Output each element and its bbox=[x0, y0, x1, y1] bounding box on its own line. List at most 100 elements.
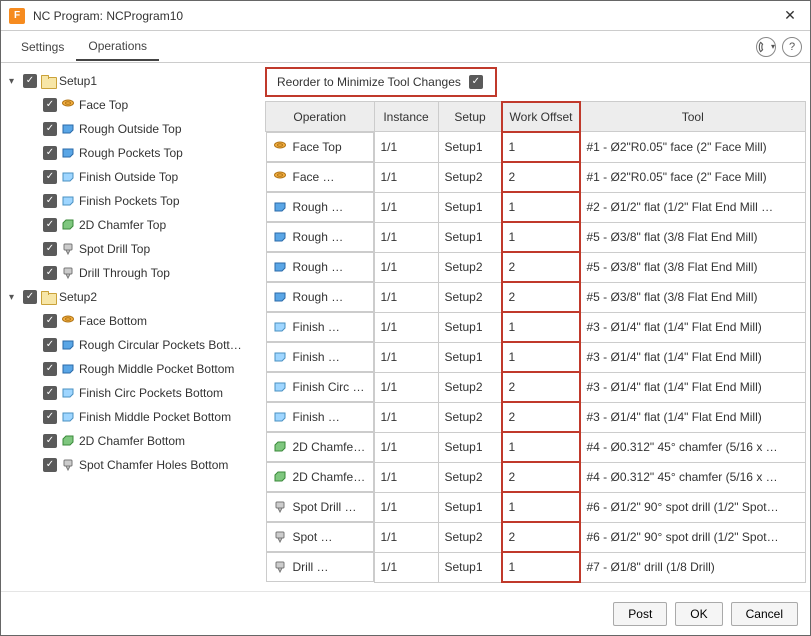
face-icon bbox=[273, 170, 287, 184]
close-icon[interactable]: ✕ bbox=[778, 7, 802, 24]
checkbox-icon[interactable]: ✓ bbox=[43, 146, 57, 160]
cell-tool: #4 - Ø0.312" 45° chamfer (5/16 x … bbox=[580, 432, 806, 462]
tree-operation[interactable]: ✓Rough Outside Top bbox=[5, 117, 257, 141]
rough-icon bbox=[273, 290, 287, 304]
chamfer-icon bbox=[61, 218, 75, 232]
cell-operation: 2D Chamfe… bbox=[266, 462, 374, 492]
checkbox-icon[interactable]: ✓ bbox=[23, 74, 37, 88]
drill-icon bbox=[61, 242, 75, 256]
table-row[interactable]: Finish … 1/1 Setup1 1 #3 - Ø1/4" flat (1… bbox=[266, 342, 806, 372]
table-row[interactable]: Rough … 1/1 Setup1 1 #2 - Ø1/2" flat (1/… bbox=[266, 192, 806, 222]
tree-operation[interactable]: ✓2D Chamfer Bottom bbox=[5, 429, 257, 453]
help-icon[interactable]: ? bbox=[782, 37, 802, 57]
cell-work-offset: 2 bbox=[502, 372, 580, 402]
operation-label: Drill Through Top bbox=[79, 266, 170, 280]
tree-setup[interactable]: ▾✓Setup2 bbox=[5, 285, 257, 309]
cell-work-offset: 2 bbox=[502, 402, 580, 432]
checkbox-icon[interactable]: ✓ bbox=[43, 194, 57, 208]
cell-instance: 1/1 bbox=[374, 462, 438, 492]
cell-setup: Setup1 bbox=[438, 192, 502, 222]
setup-label: Setup1 bbox=[59, 74, 97, 88]
cell-tool: #5 - Ø3/8" flat (3/8 Flat End Mill) bbox=[580, 252, 806, 282]
checkbox-icon[interactable]: ✓ bbox=[43, 218, 57, 232]
tree-operation[interactable]: ✓Spot Drill Top bbox=[5, 237, 257, 261]
chamfer-icon bbox=[273, 470, 287, 484]
tab-settings[interactable]: Settings bbox=[9, 34, 76, 60]
caret-down-icon[interactable]: ▾ bbox=[9, 76, 19, 87]
ok-button[interactable]: OK bbox=[675, 602, 722, 626]
table-row[interactable]: Finish Circ … 1/1 Setup2 2 #3 - Ø1/4" fl… bbox=[266, 372, 806, 402]
reorder-label: Reorder to Minimize Tool Changes bbox=[277, 75, 461, 89]
dialog-footer: Post OK Cancel bbox=[1, 591, 810, 635]
col-setup[interactable]: Setup bbox=[438, 102, 502, 132]
cell-setup: Setup1 bbox=[438, 342, 502, 372]
checkbox-icon[interactable]: ✓ bbox=[43, 170, 57, 184]
tree-operation[interactable]: ✓Finish Circ Pockets Bottom bbox=[5, 381, 257, 405]
checkbox-icon[interactable]: ✓ bbox=[23, 290, 37, 304]
tab-operations[interactable]: Operations bbox=[76, 33, 159, 61]
cell-operation: Finish … bbox=[266, 312, 374, 342]
tree-operation[interactable]: ✓Rough Middle Pocket Bottom bbox=[5, 357, 257, 381]
tree-operation[interactable]: ✓ Spot Chamfer Holes Bottom bbox=[5, 453, 257, 477]
operations-tree[interactable]: ▾✓Setup1✓Face Top✓Rough Outside Top✓Roug… bbox=[1, 63, 261, 591]
checkbox-icon[interactable]: ✓ bbox=[43, 458, 57, 472]
checkbox-icon[interactable]: ✓ bbox=[43, 434, 57, 448]
tree-operation[interactable]: ✓ Finish Outside Top bbox=[5, 165, 257, 189]
tree-operation[interactable]: ✓Rough Circular Pockets Bott… bbox=[5, 333, 257, 357]
support-icon[interactable]: ▾ bbox=[756, 37, 776, 57]
col-instance[interactable]: Instance bbox=[374, 102, 438, 132]
finish-icon bbox=[273, 380, 287, 394]
cell-work-offset: 1 bbox=[502, 492, 580, 522]
folder-icon bbox=[41, 75, 55, 87]
operation-label: Finish Outside Top bbox=[79, 170, 178, 184]
tree-operation[interactable]: ✓Finish Pockets Top bbox=[5, 189, 257, 213]
cell-tool: #2 - Ø1/2" flat (1/2" Flat End Mill … bbox=[580, 192, 806, 222]
checkbox-icon[interactable]: ✓ bbox=[43, 122, 57, 136]
app-icon: F bbox=[9, 8, 25, 24]
table-row[interactable]: Rough … 1/1 Setup2 2 #5 - Ø3/8" flat (3/… bbox=[266, 282, 806, 312]
tree-operation[interactable]: ✓Rough Pockets Top bbox=[5, 141, 257, 165]
operation-label: Spot Chamfer Holes Bottom bbox=[79, 458, 228, 472]
col-tool[interactable]: Tool bbox=[580, 102, 806, 132]
tree-operation[interactable]: ✓2D Chamfer Top bbox=[5, 213, 257, 237]
table-row[interactable]: Spot … 1/1 Setup2 2 #6 - Ø1/2" 90° spot … bbox=[266, 522, 806, 552]
face-icon bbox=[61, 314, 75, 328]
checkbox-icon[interactable]: ✓ bbox=[43, 386, 57, 400]
reorder-checkbox[interactable]: ✓ bbox=[469, 75, 483, 89]
cell-tool: #5 - Ø3/8" flat (3/8 Flat End Mill) bbox=[580, 222, 806, 252]
checkbox-icon[interactable]: ✓ bbox=[43, 314, 57, 328]
checkbox-icon[interactable]: ✓ bbox=[43, 410, 57, 424]
table-row[interactable]: Face Top 1/1 Setup1 1 #1 - Ø2"R0.05" fac… bbox=[266, 132, 806, 163]
checkbox-icon[interactable]: ✓ bbox=[43, 242, 57, 256]
finish-icon bbox=[273, 320, 287, 334]
table-row[interactable]: Finish … 1/1 Setup1 1 #3 - Ø1/4" flat (1… bbox=[266, 312, 806, 342]
cell-work-offset: 1 bbox=[502, 192, 580, 222]
tree-operation[interactable]: ✓Face Top bbox=[5, 93, 257, 117]
tree-setup[interactable]: ▾ ✓ Setup1 bbox=[5, 69, 257, 93]
col-operation[interactable]: Operation bbox=[266, 102, 375, 132]
tree-operation[interactable]: ✓Finish Middle Pocket Bottom bbox=[5, 405, 257, 429]
cell-setup: Setup1 bbox=[438, 432, 502, 462]
table-row[interactable]: 2D Chamfe… 1/1 Setup1 1 #4 - Ø0.312" 45°… bbox=[266, 432, 806, 462]
cancel-button[interactable]: Cancel bbox=[731, 602, 798, 626]
checkbox-icon[interactable]: ✓ bbox=[43, 266, 57, 280]
cell-tool: #1 - Ø2"R0.05" face (2" Face Mill) bbox=[580, 162, 806, 192]
table-row[interactable]: Spot Drill … 1/1 Setup1 1 #6 - Ø1/2" 90°… bbox=[266, 492, 806, 522]
table-row[interactable]: 2D Chamfe… 1/1 Setup2 2 #4 - Ø0.312" 45°… bbox=[266, 462, 806, 492]
cell-tool: #6 - Ø1/2" 90° spot drill (1/2" Spot… bbox=[580, 492, 806, 522]
cell-tool: #5 - Ø3/8" flat (3/8 Flat End Mill) bbox=[580, 282, 806, 312]
table-row[interactable]: Drill … 1/1 Setup1 1 #7 - Ø1/8" drill (1… bbox=[266, 552, 806, 582]
tree-operation[interactable]: ✓ Drill Through Top bbox=[5, 261, 257, 285]
table-row[interactable]: Rough … 1/1 Setup2 2 #5 - Ø3/8" flat (3/… bbox=[266, 252, 806, 282]
post-button[interactable]: Post bbox=[613, 602, 667, 626]
caret-down-icon[interactable]: ▾ bbox=[9, 292, 19, 303]
tree-operation[interactable]: ✓Face Bottom bbox=[5, 309, 257, 333]
checkbox-icon[interactable]: ✓ bbox=[43, 338, 57, 352]
table-row[interactable]: Rough … 1/1 Setup1 1 #5 - Ø3/8" flat (3/… bbox=[266, 222, 806, 252]
col-work-offset[interactable]: Work Offset bbox=[502, 102, 580, 132]
table-row[interactable]: Face … 1/1 Setup2 2 #1 - Ø2"R0.05" face … bbox=[266, 162, 806, 192]
checkbox-icon[interactable]: ✓ bbox=[43, 98, 57, 112]
checkbox-icon[interactable]: ✓ bbox=[43, 362, 57, 376]
table-row[interactable]: Finish … 1/1 Setup2 2 #3 - Ø1/4" flat (1… bbox=[266, 402, 806, 432]
cell-tool: #3 - Ø1/4" flat (1/4" Flat End Mill) bbox=[580, 402, 806, 432]
